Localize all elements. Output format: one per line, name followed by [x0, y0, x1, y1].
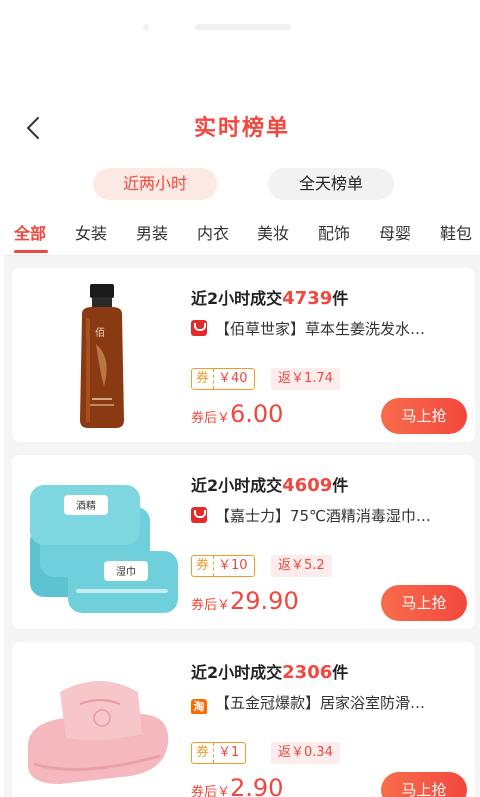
category-tab-women[interactable]: 女装 [75, 220, 107, 244]
coupon-badge: 券 ￥1 [191, 742, 247, 764]
coupon-tag: 券 [192, 556, 215, 576]
sales-number: 4609 [282, 475, 333, 496]
status-pill [195, 24, 291, 30]
sales-number: 4739 [282, 288, 333, 309]
coupon-amount: ￥10 [218, 558, 248, 573]
category-tab-all[interactable]: 全部 [14, 220, 46, 244]
tmall-icon [191, 320, 207, 336]
tmall-icon [191, 507, 207, 523]
rebate-badge: 返￥1.74 [271, 368, 340, 390]
sales-count-text: 近2小时成交4739件 [191, 285, 348, 309]
tab-all-day[interactable]: 全天榜单 [268, 168, 394, 200]
sales-prefix: 近2小时成交 [191, 663, 283, 682]
page-title: 实时榜单 [193, 116, 290, 141]
product-title: 【嘉士力】75℃酒精消毒湿巾… [215, 507, 431, 525]
product-title: 【五金冠爆款】居家浴室防滑… [215, 694, 426, 712]
status-dot [143, 24, 149, 30]
svg-text:酒精: 酒精 [76, 499, 96, 512]
product-card[interactable]: 酒精 湿巾 近2小时成交4609件 【嘉士力】75℃酒精消毒湿巾… 券 ￥10 返… [12, 455, 475, 629]
coupon-badge: 券 ￥10 [191, 555, 255, 577]
coupon-amount: ￥1 [218, 745, 240, 760]
rebate-badge: 返￥0.34 [271, 742, 340, 764]
shampoo-bottle-image[interactable]: 佰 [20, 278, 180, 433]
buy-now-button[interactable]: 马上抢 [381, 772, 467, 797]
price-value: 29.90 [230, 587, 299, 615]
category-tab-bags[interactable]: 鞋包 [440, 220, 472, 244]
sales-prefix: 近2小时成交 [191, 476, 283, 495]
ranking-sheet: 实时榜单 近两小时 全天榜单 全部 女装 男装 内衣 美妆 配饰 母婴 鞋包 佰 [4, 88, 480, 797]
taobao-icon: 淘 [191, 699, 207, 714]
sales-prefix: 近2小时成交 [191, 289, 283, 308]
product-name[interactable]: 【佰草世家】草本生姜洗发水… [191, 318, 461, 340]
active-category-indicator [14, 250, 48, 253]
svg-text:湿巾: 湿巾 [116, 565, 136, 578]
category-tab-baby[interactable]: 母婴 [379, 220, 411, 244]
price-label: 券后￥ [191, 411, 231, 426]
category-tab-accessories[interactable]: 配饰 [318, 220, 350, 244]
sales-suffix: 件 [332, 476, 349, 495]
sales-count-text: 近2小时成交4609件 [191, 472, 348, 496]
product-name[interactable]: 【嘉士力】75℃酒精消毒湿巾… [191, 505, 461, 527]
product-card[interactable]: 近2小时成交2306件 淘【五金冠爆款】居家浴室防滑… 券 ￥1 返￥0.34 券… [12, 642, 475, 797]
category-tab-beauty[interactable]: 美妆 [257, 220, 289, 244]
sales-number: 2306 [282, 662, 333, 683]
product-card[interactable]: 佰 近2小时成交4739件 【佰草世家】草本生姜洗发水… 券 ￥40 返￥1.74… [12, 268, 475, 442]
buy-now-button[interactable]: 马上抢 [381, 585, 467, 621]
tab-two-hours[interactable]: 近两小时 [93, 168, 217, 200]
wet-wipes-image[interactable]: 酒精 湿巾 [20, 465, 180, 620]
header: 实时榜单 近两小时 全天榜单 全部 女装 男装 内衣 美妆 配饰 母婴 鞋包 [4, 88, 480, 256]
category-tab-men[interactable]: 男装 [136, 220, 168, 244]
price: 券后￥6.00 [191, 400, 283, 428]
sales-count-text: 近2小时成交2306件 [191, 659, 348, 683]
price-value: 2.90 [230, 774, 284, 797]
slippers-image[interactable] [20, 652, 180, 797]
coupon-amount: ￥40 [218, 371, 248, 386]
price-label: 券后￥ [191, 785, 231, 797]
rebate-badge: 返￥5.2 [271, 555, 332, 577]
category-tabs: 全部 女装 男装 内衣 美妆 配饰 母婴 鞋包 [4, 212, 480, 256]
svg-text:佰: 佰 [95, 326, 105, 339]
category-tab-underwear[interactable]: 内衣 [197, 220, 229, 244]
product-name[interactable]: 淘【五金冠爆款】居家浴室防滑… [191, 692, 461, 714]
sales-suffix: 件 [332, 289, 349, 308]
buy-now-button[interactable]: 马上抢 [381, 398, 467, 434]
status-bar [0, 0, 480, 88]
price: 券后￥2.90 [191, 774, 283, 797]
price-value: 6.00 [230, 400, 284, 428]
price: 券后￥29.90 [191, 587, 299, 615]
sales-suffix: 件 [332, 663, 349, 682]
coupon-badge: 券 ￥40 [191, 368, 255, 390]
product-title: 【佰草世家】草本生姜洗发水… [215, 320, 426, 338]
coupon-tag: 券 [192, 743, 215, 763]
coupon-tag: 券 [192, 369, 215, 389]
price-label: 券后￥ [191, 598, 231, 613]
